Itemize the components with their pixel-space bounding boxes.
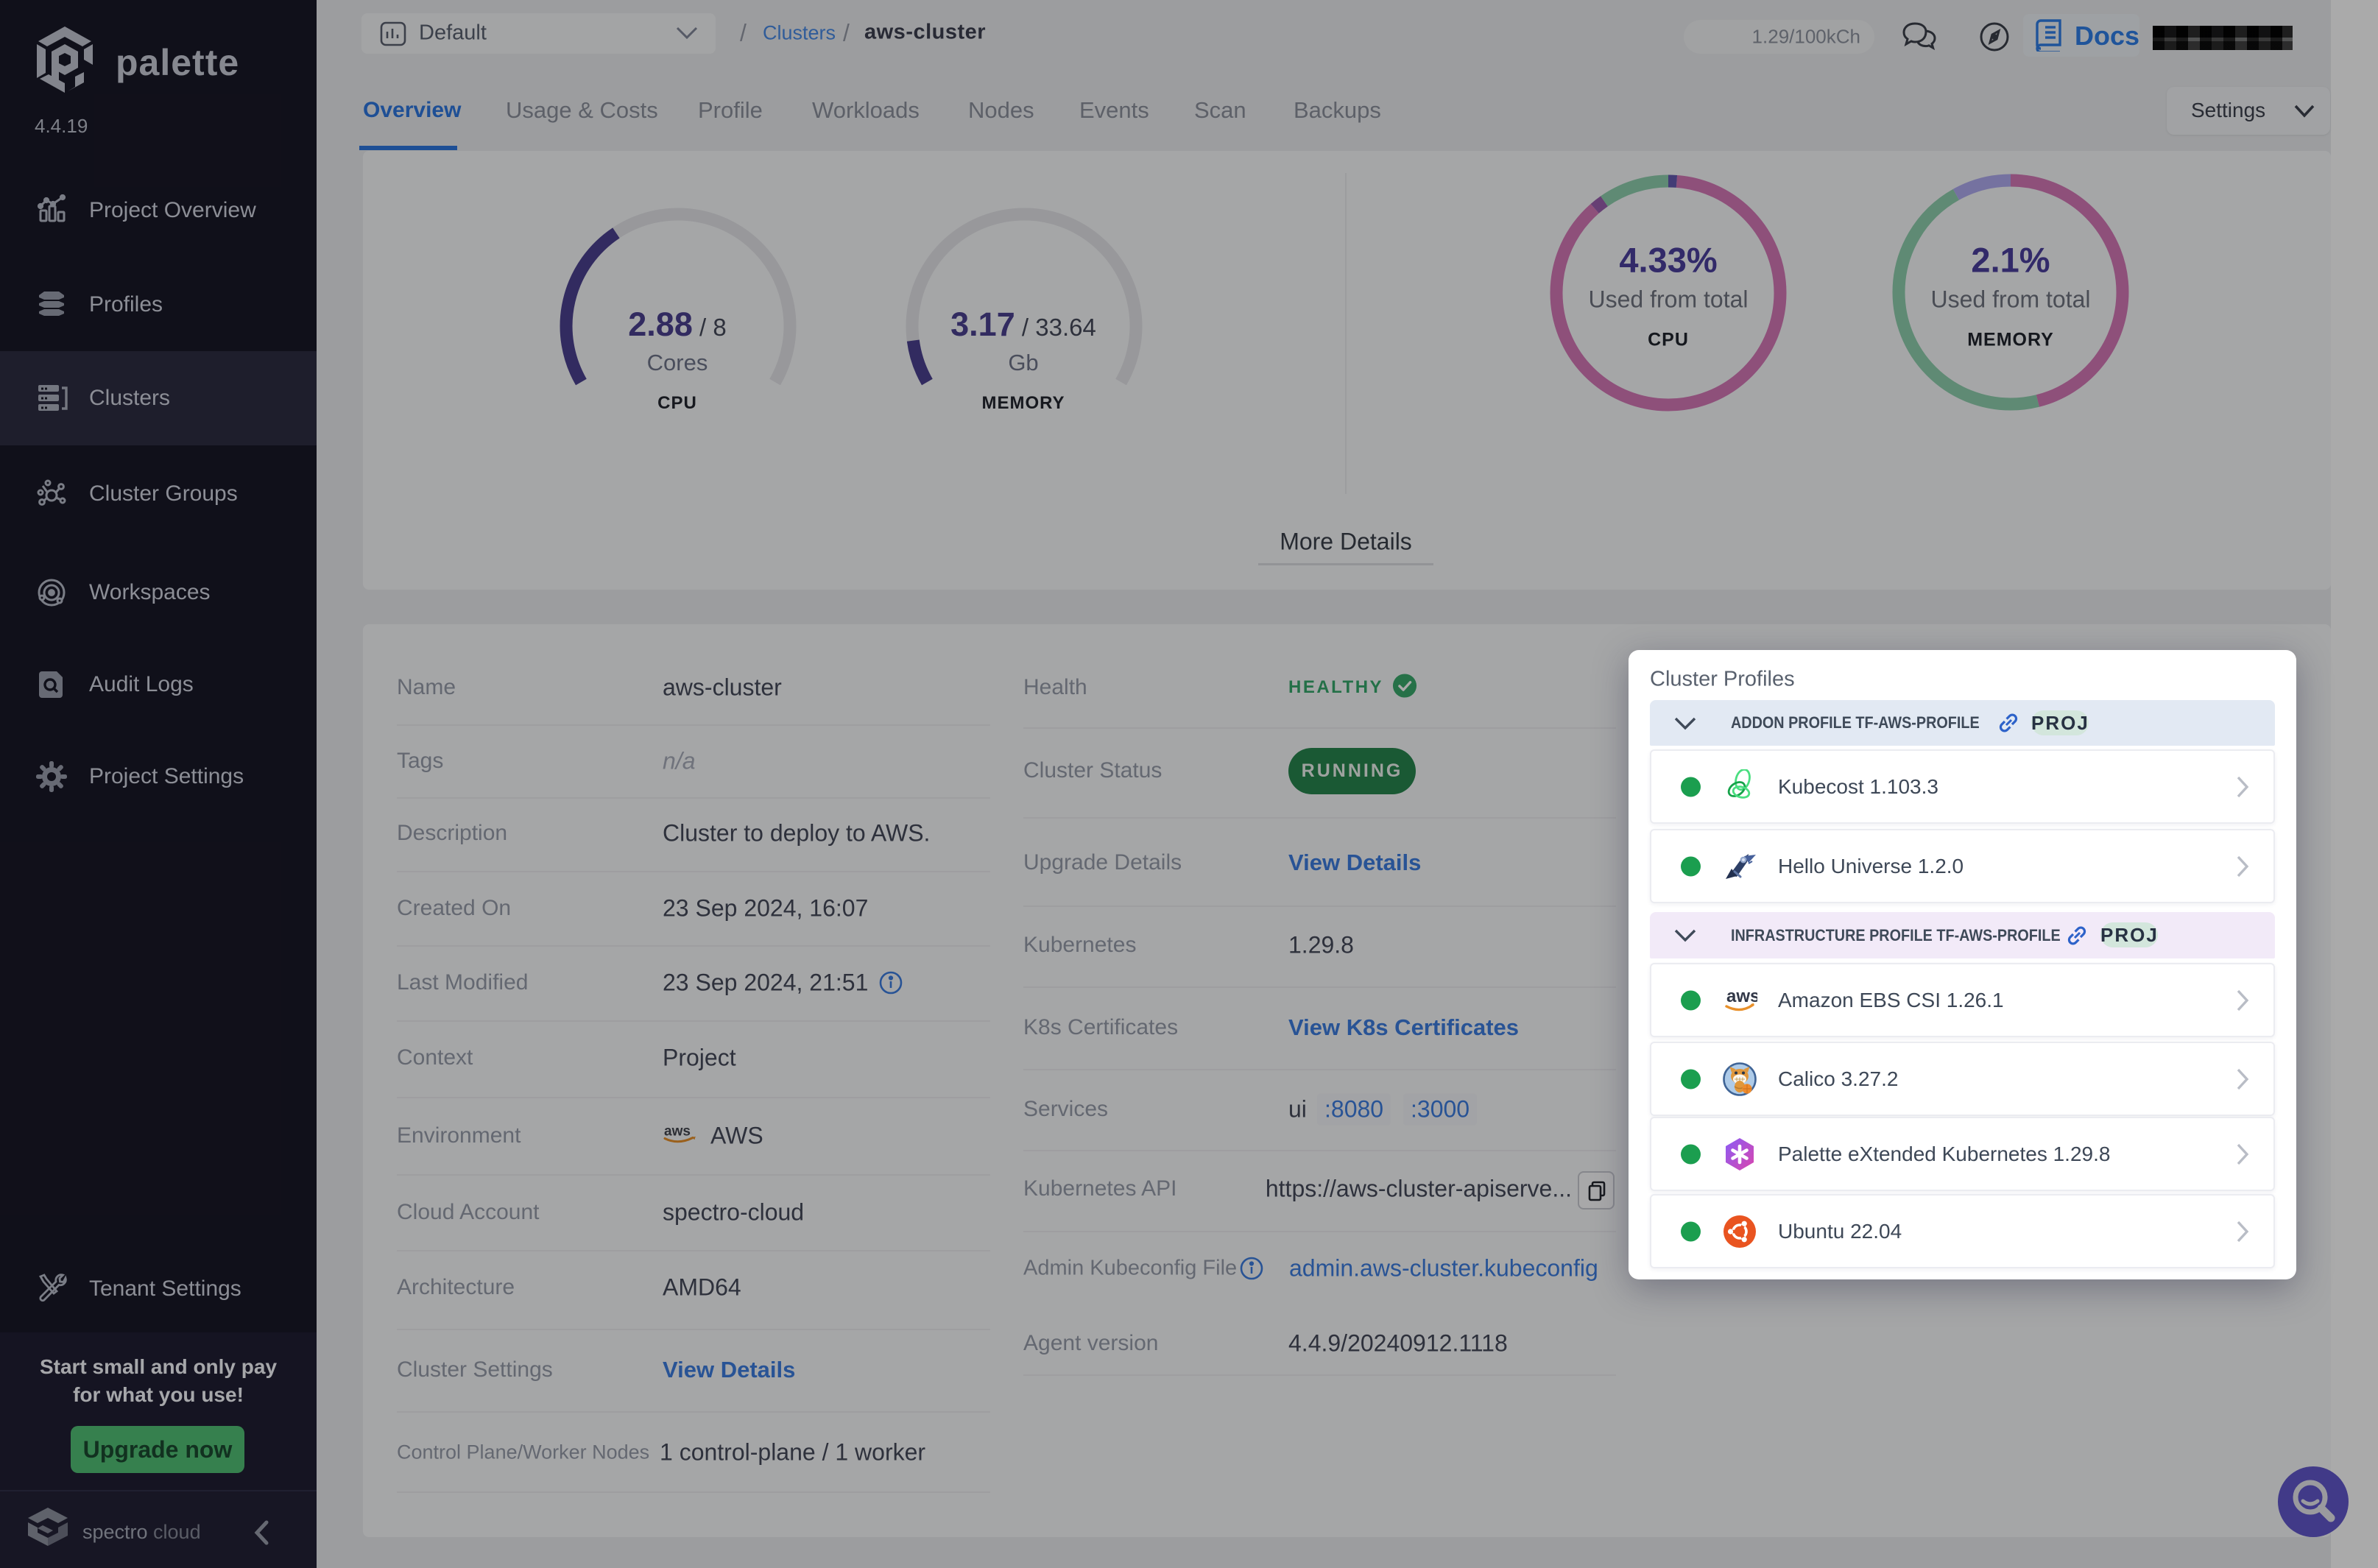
svg-text:aws: aws — [1726, 986, 1757, 1006]
